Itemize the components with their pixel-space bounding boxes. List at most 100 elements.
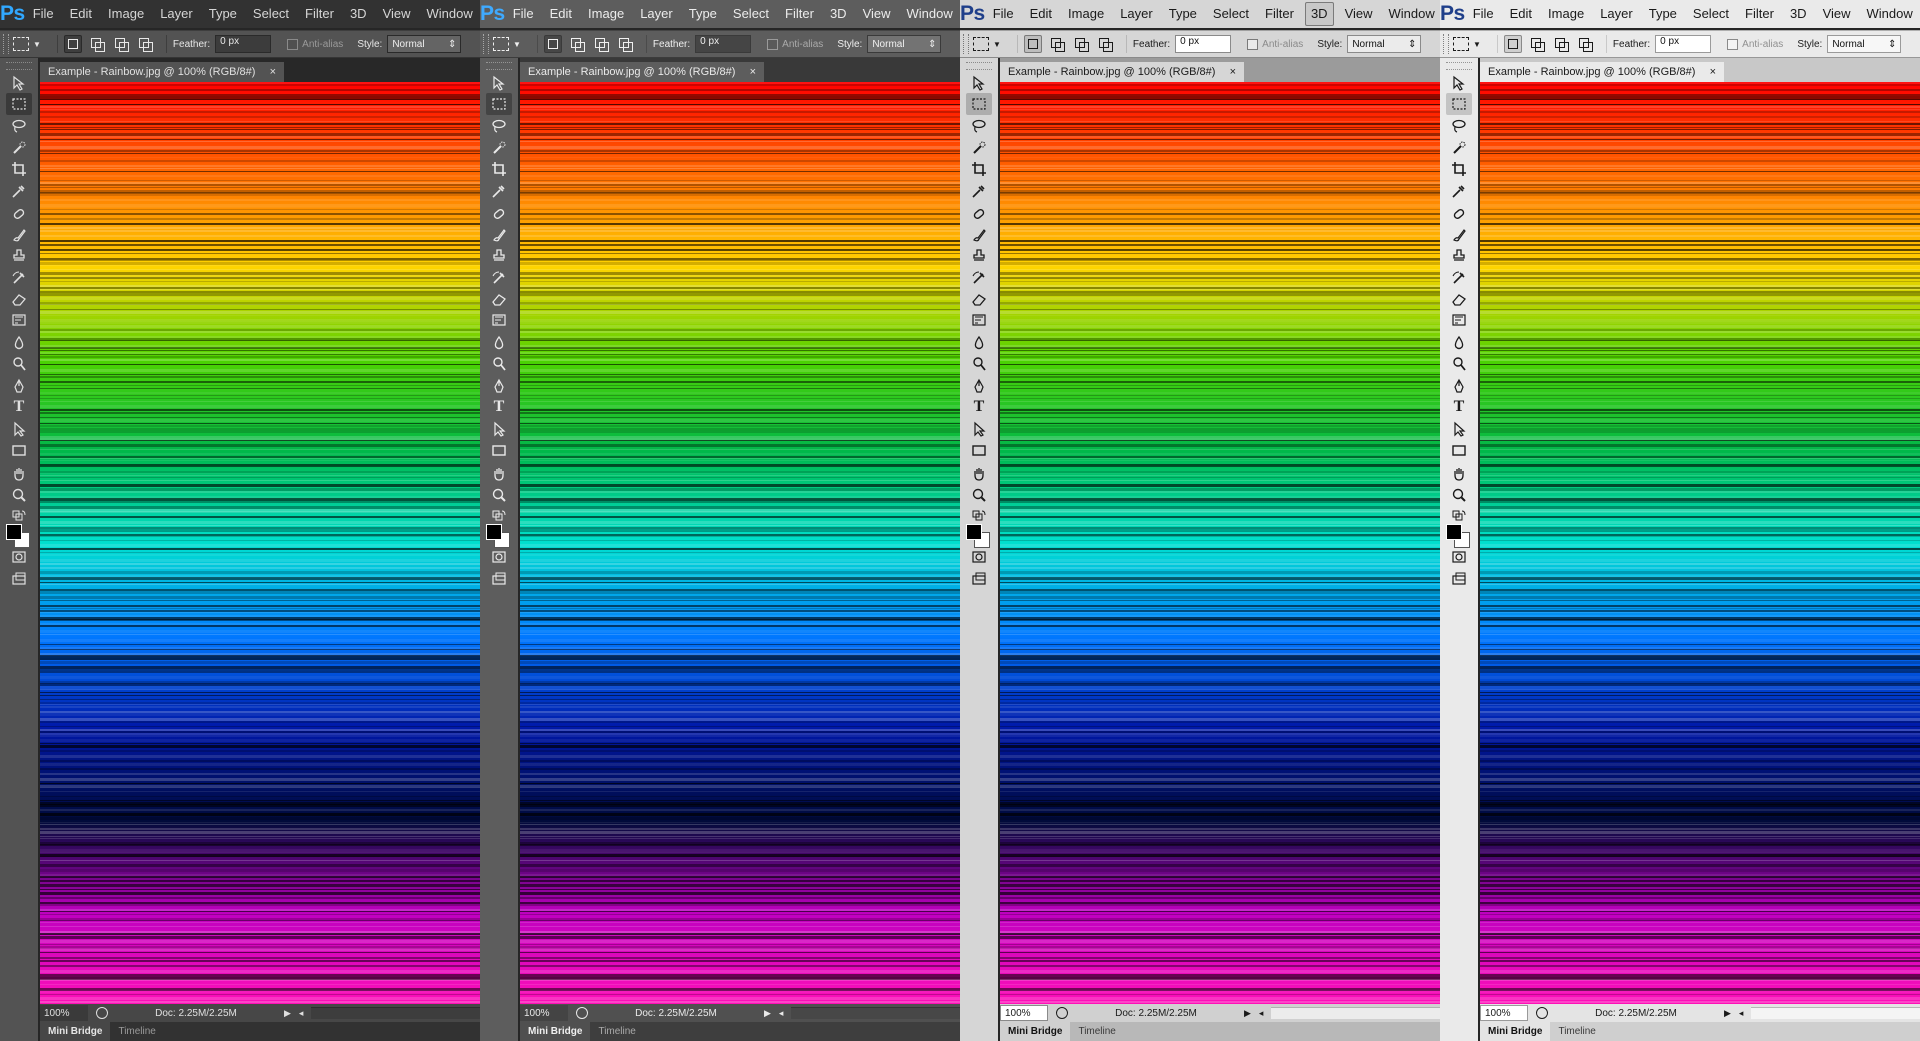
type-tool[interactable]: T	[6, 396, 32, 418]
menu-file[interactable]: File	[985, 0, 1022, 28]
spot-healing-brush[interactable]	[966, 203, 992, 225]
zoom-level-field[interactable]: 100%	[520, 1005, 568, 1021]
zoom-tool[interactable]	[1446, 484, 1472, 506]
lasso-tool[interactable]	[966, 115, 992, 137]
menu-file[interactable]: File	[1465, 0, 1502, 28]
document-tab[interactable]: Example - Rainbow.jpg @ 100% (RGB/8#) ×	[1480, 62, 1724, 82]
style-select[interactable]: Normal ⇕	[387, 35, 462, 53]
rectangular-marquee-tool[interactable]	[486, 93, 512, 115]
status-menu-arrow-icon[interactable]: ▶	[284, 1008, 291, 1019]
chevron-down-icon[interactable]: ▼	[513, 40, 521, 49]
screen-mode[interactable]	[6, 568, 32, 590]
rectangular-marquee-tool[interactable]	[966, 93, 992, 115]
feather-input[interactable]: 0 px	[1655, 35, 1712, 53]
gradient-tool[interactable]	[486, 309, 512, 331]
horizontal-scrollbar[interactable]	[1751, 1007, 1920, 1019]
zoom-level-field[interactable]: 100%	[40, 1005, 88, 1021]
scroll-left-arrow-icon[interactable]: ◂	[779, 1008, 784, 1019]
spot-healing-brush[interactable]	[6, 203, 32, 225]
tab-timeline[interactable]: Timeline	[590, 1022, 643, 1041]
clone-stamp-tool[interactable]	[486, 245, 512, 267]
zoom-level-field[interactable]: 100%	[1000, 1005, 1048, 1021]
status-menu-arrow-icon[interactable]: ▶	[764, 1008, 771, 1019]
menu-view[interactable]: View	[855, 0, 899, 28]
eraser-tool[interactable]	[966, 288, 992, 310]
path-selection-tool[interactable]	[966, 418, 992, 440]
tools-panel-grip[interactable]	[6, 62, 32, 70]
foreground-color-swatch[interactable]	[486, 524, 502, 540]
menu-file[interactable]: File	[505, 0, 542, 28]
menu-select[interactable]: Select	[725, 0, 777, 28]
subtract-from-selection-button[interactable]	[112, 35, 130, 53]
chevron-down-icon[interactable]: ▼	[33, 40, 41, 49]
options-bar-grip[interactable]	[963, 34, 969, 54]
feather-input[interactable]: 0 px	[1175, 35, 1232, 53]
feather-input[interactable]: 0 px	[695, 35, 752, 53]
tools-panel-grip[interactable]	[486, 62, 512, 70]
status-menu-arrow-icon[interactable]: ▶	[1244, 1008, 1251, 1019]
menu-type[interactable]: Type	[681, 0, 725, 28]
rectangle-tool[interactable]	[486, 439, 512, 461]
chevron-down-icon[interactable]: ▼	[993, 40, 1001, 49]
history-brush[interactable]	[966, 267, 992, 289]
menu-type[interactable]: Type	[1161, 0, 1205, 28]
rectangle-tool[interactable]	[966, 439, 992, 461]
zoom-tool[interactable]	[966, 484, 992, 506]
menu-image[interactable]: Image	[580, 0, 632, 28]
dodge-tool[interactable]	[1446, 353, 1472, 375]
add-to-selection-button[interactable]	[1048, 35, 1066, 53]
tools-panel-grip[interactable]	[966, 62, 992, 70]
add-to-selection-button[interactable]	[1528, 35, 1546, 53]
menu-window[interactable]: Window	[419, 0, 480, 28]
rectangular-marquee-tool[interactable]	[6, 93, 32, 115]
close-icon[interactable]: ×	[270, 66, 276, 78]
menu-layer[interactable]: Layer	[152, 0, 201, 28]
path-selection-tool[interactable]	[1446, 418, 1472, 440]
crop-tool[interactable]	[1446, 158, 1472, 180]
tab-timeline[interactable]: Timeline	[1550, 1022, 1603, 1041]
zoom-tool[interactable]	[6, 484, 32, 506]
document-canvas[interactable]	[1480, 82, 1920, 1006]
move-tool[interactable]	[6, 72, 32, 94]
menu-select[interactable]: Select	[1205, 0, 1257, 28]
status-info-icon[interactable]	[1056, 1007, 1068, 1019]
new-selection-button[interactable]	[1023, 35, 1042, 53]
tab-mini-bridge[interactable]: Mini Bridge	[1480, 1022, 1551, 1041]
add-to-selection-button[interactable]	[88, 35, 106, 53]
quick-selection-tool[interactable]	[966, 137, 992, 159]
scroll-left-arrow-icon[interactable]: ◂	[1739, 1008, 1744, 1019]
foreground-color-swatch[interactable]	[6, 524, 22, 540]
status-info-icon[interactable]	[96, 1007, 108, 1019]
screen-mode[interactable]	[486, 568, 512, 590]
path-selection-tool[interactable]	[6, 418, 32, 440]
close-icon[interactable]: ×	[750, 66, 756, 78]
menu-file[interactable]: File	[25, 0, 62, 28]
eraser-tool[interactable]	[1446, 288, 1472, 310]
menu-view[interactable]: View	[1815, 0, 1859, 28]
gradient-tool[interactable]	[966, 309, 992, 331]
status-info-icon[interactable]	[576, 1007, 588, 1019]
tab-timeline[interactable]: Timeline	[1070, 1022, 1123, 1041]
clone-stamp-tool[interactable]	[6, 245, 32, 267]
tool-preset-picker-icon[interactable]	[493, 37, 509, 51]
eraser-tool[interactable]	[6, 288, 32, 310]
brush-tool[interactable]	[486, 224, 512, 246]
screen-mode[interactable]	[1446, 568, 1472, 590]
menu-edit[interactable]: Edit	[542, 0, 580, 28]
menu-window[interactable]: Window	[1381, 0, 1440, 28]
horizontal-scrollbar[interactable]	[311, 1007, 480, 1019]
color-swatches[interactable]	[486, 520, 514, 554]
lasso-tool[interactable]	[486, 115, 512, 137]
menu-image[interactable]: Image	[1060, 0, 1112, 28]
style-select[interactable]: Normal ⇕	[1347, 35, 1422, 53]
path-selection-tool[interactable]	[486, 418, 512, 440]
quick-selection-tool[interactable]	[486, 137, 512, 159]
crop-tool[interactable]	[6, 158, 32, 180]
type-tool[interactable]: T	[486, 396, 512, 418]
blur-tool[interactable]	[6, 332, 32, 354]
menu-select[interactable]: Select	[1685, 0, 1737, 28]
intersect-selection-button[interactable]	[616, 35, 634, 53]
eyedropper-tool[interactable]	[6, 180, 32, 202]
subtract-from-selection-button[interactable]	[1552, 35, 1570, 53]
menu-view[interactable]: View	[375, 0, 419, 28]
